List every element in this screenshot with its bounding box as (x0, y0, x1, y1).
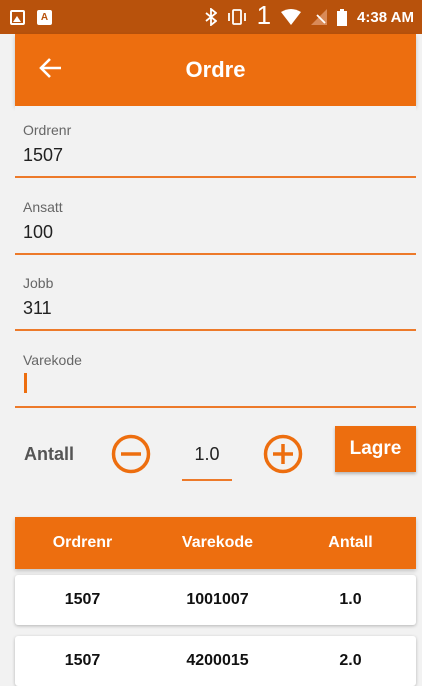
wifi-icon (281, 9, 302, 25)
row-antall: 2.0 (339, 652, 362, 669)
varekode-field[interactable]: Varekode (15, 336, 416, 408)
ansatt-field[interactable]: Ansatt 100 (15, 183, 416, 255)
ordrenr-value[interactable]: 1507 (23, 145, 63, 166)
varekode-label: Varekode (23, 352, 82, 368)
row-antall: 1.0 (339, 591, 362, 608)
quantity-underline (182, 479, 232, 481)
table-row[interactable]: 1507 1001007 1.0 (15, 575, 416, 625)
status-time: 4:38 AM (357, 8, 414, 26)
varekode-underline (15, 406, 416, 408)
header-antall: Antall (328, 534, 373, 551)
row-ordrenr: 1507 (64, 591, 101, 608)
ansatt-value[interactable]: 100 (23, 222, 53, 243)
order-form: Ordrenr 1507 Ansatt 100 Jobb 311 Varekod… (15, 106, 416, 496)
battery-icon (337, 8, 348, 26)
sim-number: 1 (256, 0, 272, 30)
bluetooth-icon (205, 8, 217, 26)
no-signal-icon (311, 9, 328, 25)
app-bar: Ordre (15, 34, 416, 106)
image-icon (10, 9, 25, 25)
vibrate-icon (227, 9, 246, 25)
plus-circle-icon[interactable] (263, 434, 303, 474)
jobb-underline (15, 329, 416, 331)
ordrenr-label: Ordrenr (23, 122, 72, 138)
ordrenr-underline (15, 176, 416, 178)
quantity-value[interactable]: 1.0 (182, 444, 232, 465)
page-title: Ordre (185, 57, 246, 82)
header-varekode: Varekode (181, 534, 254, 551)
row-varekode: 4200015 (186, 652, 249, 669)
ansatt-underline (15, 253, 416, 255)
antall-label: Antall (24, 444, 75, 464)
jobb-value[interactable]: 311 (23, 298, 52, 319)
table-header: Ordrenr Varekode Antall (15, 517, 416, 569)
ansatt-label: Ansatt (23, 199, 63, 215)
jobb-label: Jobb (23, 275, 54, 291)
text-cursor (24, 373, 27, 393)
ordrenr-field[interactable]: Ordrenr 1507 (15, 106, 416, 178)
jobb-field[interactable]: Jobb 311 (15, 259, 416, 331)
save-button[interactable]: Lagre (335, 426, 416, 472)
minus-circle-icon[interactable] (111, 434, 151, 474)
back-arrow-icon[interactable] (37, 54, 65, 82)
row-varekode: 1001007 (186, 591, 249, 608)
header-ordrenr: Ordrenr (52, 534, 113, 551)
row-ordrenr: 1507 (64, 652, 101, 669)
status-bar: A 1 4:38 AM (0, 0, 422, 34)
table-row[interactable]: 1507 4200015 2.0 (15, 636, 416, 686)
quantity-row: Antall 1.0 Lagre (15, 426, 416, 486)
a-icon: A (37, 9, 52, 25)
